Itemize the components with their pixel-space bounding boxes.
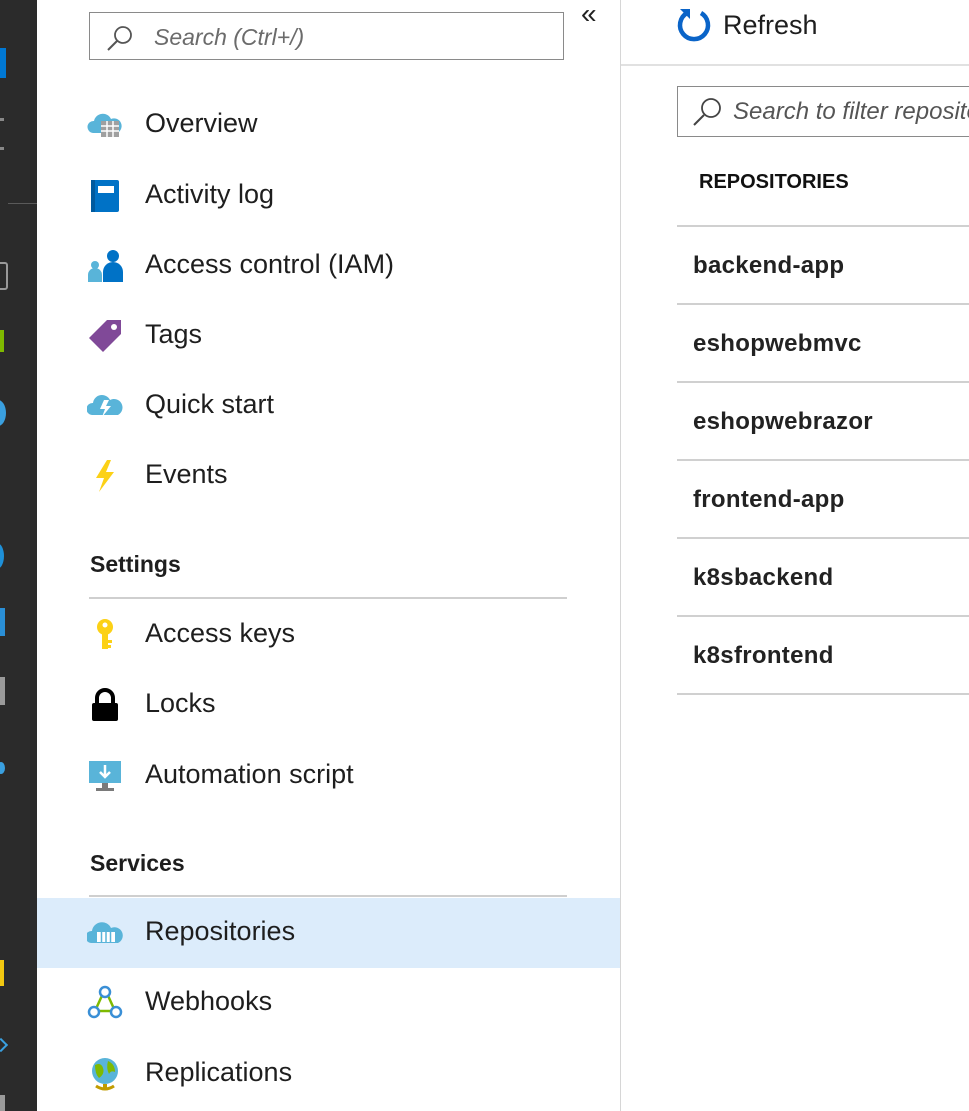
refresh-label: Refresh xyxy=(723,10,818,40)
rail-blue-marker[interactable] xyxy=(0,48,6,78)
resource-menu: Search (Ctrl+/) « Overview Activity log … xyxy=(37,0,621,1111)
menu-item-label: Webhooks xyxy=(145,986,273,1016)
menu-item-label: Events xyxy=(145,459,228,489)
menu-item-overview[interactable]: Overview xyxy=(37,90,620,160)
menu-item-locks[interactable]: Locks xyxy=(37,670,620,740)
menu-search-placeholder: Search (Ctrl+/) xyxy=(154,24,305,50)
services-divider xyxy=(89,895,567,897)
repository-filter-input[interactable]: Search to filter repositories... xyxy=(677,86,969,137)
menu-item-access-control[interactable]: Access control (IAM) xyxy=(37,231,620,301)
rail-hamburger-icon[interactable] xyxy=(0,118,4,150)
menu-search-box[interactable]: Search (Ctrl+/) xyxy=(89,12,564,60)
menu-item-label: Activity log xyxy=(145,179,275,209)
menu-item-repositories[interactable]: Repositories xyxy=(37,898,620,968)
activity-log-icon xyxy=(91,180,119,212)
menu-item-label: Quick start xyxy=(145,389,275,419)
repository-name: k8sbackend xyxy=(693,564,834,591)
key-icon xyxy=(97,619,113,649)
menu-item-label: Repositories xyxy=(145,916,296,946)
collapse-menu-button[interactable]: « xyxy=(581,0,597,30)
access-control-icon xyxy=(88,250,123,282)
rail-blue-bar-icon[interactable] xyxy=(0,608,5,636)
row-divider xyxy=(677,693,969,695)
lock-icon xyxy=(92,688,118,721)
menu-item-label: Access control (IAM) xyxy=(145,249,395,279)
rail-dot-icon[interactable] xyxy=(0,762,5,774)
portal-side-rail xyxy=(0,0,37,1111)
menu-item-webhooks[interactable]: Webhooks xyxy=(37,968,620,1038)
menu-item-label: Access keys xyxy=(145,618,296,648)
rail-gray-bar-icon[interactable] xyxy=(0,677,5,705)
repository-row[interactable]: frontend-app xyxy=(677,461,969,538)
repository-name: eshopwebmvc xyxy=(693,330,862,357)
rail-divider xyxy=(8,203,37,204)
repository-name: k8sfrontend xyxy=(693,642,834,669)
menu-item-label: Tags xyxy=(145,319,203,349)
repository-row[interactable]: eshopwebmvc xyxy=(677,305,969,382)
rail-bottom-icon[interactable] xyxy=(0,1095,5,1111)
services-section-header: Services xyxy=(90,850,185,876)
repositories-pane: Refresh Search to filter repositories...… xyxy=(621,0,969,1111)
settings-divider xyxy=(89,597,567,599)
menu-item-label: Automation script xyxy=(145,759,354,789)
search-icon xyxy=(107,26,132,51)
menu-item-tags[interactable]: Tags xyxy=(37,301,620,371)
lightning-icon xyxy=(96,460,114,492)
repository-row[interactable]: eshopwebrazor xyxy=(677,383,969,460)
repository-name: backend-app xyxy=(693,252,845,279)
automation-script-icon xyxy=(89,761,121,791)
globe-icon xyxy=(92,1058,118,1091)
menu-item-access-keys[interactable]: Access keys xyxy=(37,600,620,670)
menu-item-label: Overview xyxy=(145,108,258,138)
tag-icon xyxy=(89,320,121,352)
repository-row[interactable]: backend-app xyxy=(677,227,969,304)
repository-name: eshopwebrazor xyxy=(693,408,873,435)
rail-square-icon[interactable] xyxy=(0,262,8,290)
rail-yellow-icon[interactable] xyxy=(0,960,4,986)
repository-row[interactable]: k8sbackend xyxy=(677,539,969,616)
menu-item-label: Replications xyxy=(145,1057,293,1087)
menu-item-quick-start[interactable]: Quick start xyxy=(37,371,620,441)
webhooks-icon xyxy=(87,985,123,1019)
menu-item-label: Locks xyxy=(145,688,216,718)
settings-section-header: Settings xyxy=(90,551,181,577)
menu-item-activity-log[interactable]: Activity log xyxy=(37,161,620,231)
repository-row[interactable]: k8sfrontend xyxy=(677,617,969,694)
rail-green-icon[interactable] xyxy=(0,330,4,352)
repositories-icon xyxy=(87,922,123,943)
rail-blue-circle-icon[interactable] xyxy=(0,543,4,569)
menu-item-events[interactable]: Events xyxy=(37,441,620,511)
menu-item-replications[interactable]: Replications xyxy=(37,1039,620,1109)
refresh-icon xyxy=(677,9,711,42)
search-icon xyxy=(693,98,721,126)
rail-arrow-icon[interactable] xyxy=(0,1037,9,1053)
rail-globe-icon[interactable] xyxy=(0,400,6,426)
repositories-column-header[interactable]: REPOSITORIES xyxy=(699,171,849,194)
quick-start-icon xyxy=(87,395,123,417)
overview-icon xyxy=(87,113,122,137)
repository-name: frontend-app xyxy=(693,486,845,513)
menu-item-automation-script[interactable]: Automation script xyxy=(37,741,620,811)
filter-placeholder: Search to filter repositories... xyxy=(733,98,969,125)
command-bar-divider xyxy=(621,64,969,66)
